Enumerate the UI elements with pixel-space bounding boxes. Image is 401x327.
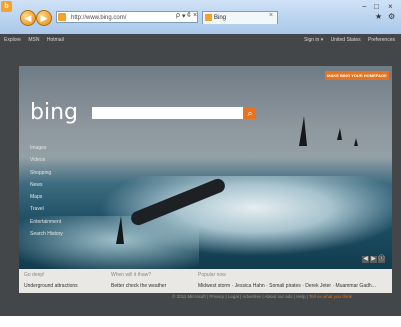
nav-explore[interactable]: Explore [4,37,21,43]
thaw-column: When will it thaw? Better check the weat… [111,272,166,289]
minimize-icon[interactable]: − [362,2,367,11]
sidenav-item-search-history[interactable]: Search History [19,228,77,240]
forward-button[interactable]: ▶ [36,10,52,26]
footer-about-ads[interactable]: About our ads [264,294,292,299]
tab-close-icon[interactable]: × [269,12,273,19]
footer-copyright: © 2011 Microsoft [172,294,206,299]
sign-in-link[interactable]: Sign in ▾ [304,37,323,43]
region-link[interactable]: United States [331,37,361,43]
orca-fin [337,128,342,140]
go-deep-heading: Go deep! [24,272,45,278]
compat-icon[interactable]: ¢ [187,12,191,19]
go-deep-column: Go deep! Underground attractions [24,272,78,289]
footer-privacy[interactable]: Privacy [209,294,224,299]
favorites-star-icon[interactable]: ★ [375,12,382,21]
bing-logo: bing [30,100,78,125]
thaw-link[interactable]: Better check the weather [111,283,166,289]
popular-links[interactable]: Midwest storm · Jessica Hahn · Somali pi… [198,283,376,289]
search-icon[interactable]: ρ [176,12,180,19]
thaw-heading: When will it thaw? [111,272,152,278]
next-image-icon[interactable]: ▶ [370,256,377,263]
maximize-icon[interactable]: □ [374,2,379,11]
nav-hotmail[interactable]: Hotmail [47,37,64,43]
tab-bing[interactable]: Bing [202,11,278,24]
close-window-icon[interactable]: × [388,2,393,11]
orca-fin [299,116,307,146]
search-button[interactable]: ⌕ [244,107,256,119]
go-deep-link[interactable]: Underground attractions [24,283,78,289]
sidenav-item-news[interactable]: News [19,179,77,191]
page-bottom [0,316,401,327]
dropdown-icon[interactable]: ▾ [182,12,186,20]
search-input[interactable] [92,107,243,119]
hero-controls: ◀ ▶ ⓘ [361,256,385,263]
orca-fin [354,138,358,146]
sidenav-item-images[interactable]: Images [19,142,77,154]
footer: © 2011 Microsoft | Privacy | Legal | Adv… [172,294,352,299]
sidenav-item-shopping[interactable]: Shopping [19,167,77,179]
preferences-link[interactable]: Preferences [368,37,395,43]
prev-image-icon[interactable]: ◀ [362,256,369,263]
tab-favicon-icon [205,14,212,21]
top-right-links: Sign in ▾ United States Preferences [298,37,395,43]
stop-icon[interactable]: × [193,12,197,19]
footer-advertise[interactable]: Advertise [242,294,261,299]
info-icon[interactable]: ⓘ [378,256,385,263]
side-nav: Images Videos Shopping News Maps Travel … [19,142,77,240]
orca-fin [116,216,124,244]
sidenav-item-videos[interactable]: Videos [19,154,77,166]
nav-msn[interactable]: MSN [28,37,39,43]
tools-gear-icon[interactable]: ⚙ [388,12,395,21]
sidenav-item-entertainment[interactable]: Entertainment [19,216,77,228]
footer-help[interactable]: Help [296,294,305,299]
page-icon [58,13,66,21]
sidenav-item-maps[interactable]: Maps [19,191,77,203]
back-button[interactable]: ◀ [20,10,36,26]
sidenav-item-travel[interactable]: Travel [19,203,77,215]
bing-favicon-icon: b [1,1,12,12]
popular-column: Popular now Midwest storm · Jessica Hahn… [198,272,376,289]
homepage-badge-button[interactable]: MAKE BING YOUR HOMEPAGE [325,71,389,80]
footer-legal[interactable]: Legal [228,294,239,299]
top-nav: Explore MSN Hotmail [4,37,70,43]
footer-feedback[interactable]: Tell us what you think [309,294,352,299]
info-strip: Go deep! Underground attractions When wi… [19,269,392,293]
popular-heading: Popular now [198,272,226,278]
